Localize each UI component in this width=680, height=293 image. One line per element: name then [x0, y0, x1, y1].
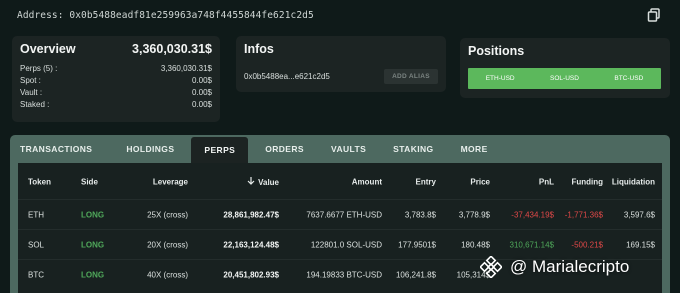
- positions-title: Positions: [468, 44, 525, 58]
- tab-more[interactable]: MORE: [451, 135, 498, 163]
- overview-row-value: 0.00$: [191, 88, 212, 97]
- header-leverage[interactable]: Leverage: [153, 178, 188, 187]
- address-bar: Address: 0x0b5488eadf81e259963a748f44558…: [0, 0, 680, 30]
- infos-card: Infos 0x0b5488ea...e621c2d5 ADD ALIAS: [236, 36, 446, 92]
- cell-amount: 7637.6677 ETH-USD: [306, 210, 382, 219]
- cell-leverage: 20X (cross): [147, 240, 188, 249]
- header-value-label: Value: [258, 178, 279, 187]
- cell-side: LONG: [81, 210, 105, 219]
- cell-side: LONG: [81, 240, 105, 249]
- positions-card: Positions ETH-USD SOL-USD BTC-USD: [460, 38, 670, 98]
- tab-vaults[interactable]: VAULTS: [321, 135, 376, 163]
- cell-amount: 122801.0 SOL-USD: [310, 240, 382, 249]
- overview-row-label: Spot :: [20, 76, 41, 85]
- overview-row-value: 0.00$: [191, 76, 212, 85]
- position-segment-sol[interactable]: SOL-USD: [532, 75, 596, 82]
- cell-liquidation: 169.15$: [626, 240, 655, 249]
- infos-title: Infos: [244, 42, 274, 56]
- overview-row-spot: Spot : 0.00$: [20, 75, 212, 87]
- tab-transactions[interactable]: TRANSACTIONS: [20, 135, 102, 163]
- arrow-down-icon: [247, 177, 255, 185]
- cell-entry: 177.9501$: [398, 240, 436, 249]
- short-address: 0x0b5488ea...e621c2d5: [244, 72, 330, 81]
- cell-entry: 3,783.8$: [404, 210, 436, 219]
- cell-side: LONG: [81, 270, 105, 279]
- overview-row-value: 0.00$: [191, 100, 212, 109]
- overview-row-label: Staked :: [20, 100, 50, 109]
- position-segment-btc[interactable]: BTC-USD: [597, 75, 661, 82]
- tab-orders[interactable]: ORDERS: [255, 135, 314, 163]
- tab-perps[interactable]: PERPS: [191, 137, 249, 163]
- table-header: Token Side Leverage Value Amount Entry P…: [18, 171, 662, 193]
- tab-staking[interactable]: STAKING: [383, 135, 443, 163]
- header-funding[interactable]: Funding: [571, 178, 603, 187]
- table-row[interactable]: ETH LONG 25X (cross) 28,861,982.47$ 7637…: [18, 199, 662, 229]
- tab-holdings[interactable]: HOLDINGS: [116, 135, 184, 163]
- watermark: @ Marialecripto: [480, 255, 629, 279]
- cell-value: 22,163,124.48$: [223, 240, 279, 249]
- overview-row-label: Perps (5) :: [20, 64, 58, 73]
- copy-icon[interactable]: [647, 8, 661, 22]
- watermark-text: @ Marialecripto: [510, 257, 630, 276]
- cell-value: 28,861,982.47$: [223, 210, 279, 219]
- overview-row-staked: Staked : 0.00$: [20, 99, 212, 111]
- overview-row-label: Vault :: [20, 88, 43, 97]
- cell-price: 3,778.9$: [458, 210, 490, 219]
- cell-token: ETH: [28, 210, 44, 219]
- cell-value: 20,451,802.93$: [223, 270, 279, 279]
- header-pnl[interactable]: PnL: [539, 178, 554, 187]
- cell-price: 180.48$: [461, 240, 490, 249]
- cell-token: SOL: [28, 240, 45, 249]
- tab-bar: TRANSACTIONS HOLDINGS PERPS ORDERS VAULT…: [10, 135, 670, 163]
- header-liquidation[interactable]: Liquidation: [612, 178, 655, 187]
- overview-row-vault: Vault : 0.00$: [20, 87, 212, 99]
- cell-funding: -1,771.36$: [564, 210, 603, 219]
- header-amount[interactable]: Amount: [352, 178, 382, 187]
- cell-amount: 194.19833 BTC-USD: [306, 270, 382, 279]
- binance-logo-icon: [480, 256, 502, 278]
- position-segment-eth[interactable]: ETH-USD: [468, 75, 532, 82]
- positions-bar: ETH-USD SOL-USD BTC-USD: [468, 68, 661, 89]
- overview-row-perps: Perps (5) : 3,360,030.31$: [20, 63, 212, 75]
- header-value[interactable]: Value: [247, 177, 279, 187]
- cell-leverage: 25X (cross): [147, 210, 188, 219]
- cell-pnl: -37,434.19$: [511, 210, 554, 219]
- add-alias-button[interactable]: ADD ALIAS: [384, 69, 438, 84]
- header-price[interactable]: Price: [470, 178, 490, 187]
- overview-total: 3,360,030.31$: [132, 42, 212, 56]
- cell-token: BTC: [28, 270, 44, 279]
- overview-row-value: 3,360,030.31$: [160, 64, 212, 73]
- header-token[interactable]: Token: [28, 178, 51, 187]
- cell-liquidation: 3,597.6$: [623, 210, 655, 219]
- cell-pnl: 310,671.14$: [509, 240, 555, 249]
- cell-leverage: 40X (cross): [147, 270, 188, 279]
- overview-card: Overview 3,360,030.31$ Perps (5) : 3,360…: [12, 36, 220, 122]
- header-entry[interactable]: Entry: [416, 178, 436, 187]
- wallet-address: Address: 0x0b5488eadf81e259963a748f44558…: [17, 9, 314, 21]
- cell-funding: -500.21$: [571, 240, 603, 249]
- header-side[interactable]: Side: [81, 178, 98, 187]
- cell-entry: 106,241.8$: [395, 270, 436, 279]
- overview-title: Overview: [20, 42, 76, 56]
